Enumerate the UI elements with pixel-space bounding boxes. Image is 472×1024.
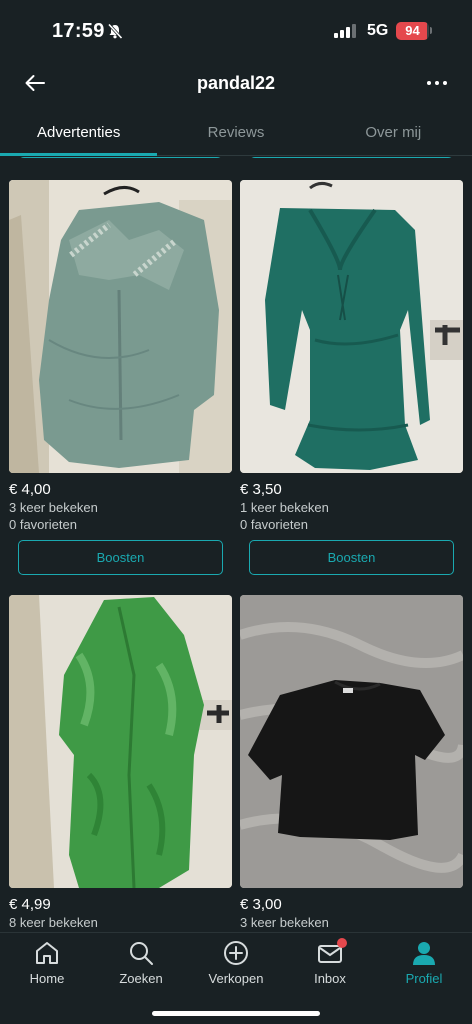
home-icon (33, 939, 61, 967)
listing-card[interactable]: € 4,99 8 keer bekeken (9, 595, 232, 930)
listing-card[interactable]: € 3,50 1 keer bekeken 0 favorieten Boost… (240, 180, 463, 575)
nav-profile-label: Profiel (405, 971, 443, 986)
plus-circle-icon (222, 939, 250, 967)
status-time: 17:59 (52, 20, 105, 42)
nav-inbox-label: Inbox (314, 971, 346, 986)
app-header: pandal22 (0, 60, 472, 106)
profile-tabs: Advertenties Reviews Over mij (0, 110, 472, 156)
home-indicator[interactable] (152, 1011, 320, 1016)
more-dot-icon (435, 81, 439, 85)
nav-sell[interactable]: Verkopen (189, 939, 283, 986)
more-dot-icon (427, 81, 431, 85)
listing-card[interactable]: € 3,00 3 keer bekeken (240, 595, 463, 930)
listing-photo[interactable] (9, 180, 232, 473)
listing-favorites: 0 favorieten (240, 517, 308, 532)
listing-views: 3 keer bekeken (9, 500, 98, 515)
bottom-navigation: Home Zoeken Verkopen Inbox Profiel (0, 932, 472, 1024)
tab-over-mij[interactable]: Over mij (315, 110, 472, 155)
nav-profile[interactable]: Profiel (377, 939, 471, 986)
listing-views: 1 keer bekeken (240, 500, 329, 515)
listing-views: 3 keer bekeken (240, 915, 329, 930)
boost-button[interactable]: Boosten (18, 540, 223, 575)
inbox-notification-badge (337, 938, 347, 948)
search-icon (127, 939, 155, 967)
battery-cap (430, 27, 432, 34)
nav-search[interactable]: Zoeken (94, 939, 188, 986)
listing-price: € 4,99 (9, 896, 51, 913)
network-type: 5G (367, 22, 389, 39)
listing-views: 8 keer bekeken (9, 915, 98, 930)
tab-advertenties[interactable]: Advertenties (0, 110, 158, 156)
listing-favorites: 0 favorieten (9, 517, 77, 532)
listing-price: € 3,00 (240, 896, 282, 913)
tab-reviews[interactable]: Reviews (157, 110, 314, 155)
nav-sell-label: Verkopen (208, 971, 264, 986)
nav-inbox[interactable]: Inbox (283, 938, 377, 986)
listing-photo[interactable] (240, 595, 463, 888)
listing-grid: € 4,00 3 keer bekeken 0 favorieten Boost… (0, 157, 472, 932)
page-title: pandal22 (196, 73, 276, 93)
more-options-button[interactable] (420, 68, 454, 98)
boost-button[interactable]: Boosten (249, 540, 454, 575)
boost-button-partial[interactable] (249, 157, 454, 158)
listing-photo[interactable] (240, 180, 463, 473)
user-icon (410, 939, 438, 967)
mail-icon (316, 938, 347, 967)
battery-icon: 94 (396, 22, 429, 40)
listing-photo[interactable] (9, 595, 232, 888)
listing-card[interactable]: € 4,00 3 keer bekeken 0 favorieten Boost… (9, 180, 232, 575)
status-bar: 17:59 5G 94 (0, 0, 472, 60)
nav-search-label: Zoeken (119, 971, 163, 986)
bell-off-icon (107, 23, 123, 44)
nav-home[interactable]: Home (0, 939, 94, 986)
listing-price: € 4,00 (9, 481, 51, 498)
battery-percentage: 94 (405, 23, 420, 38)
nav-home-label: Home (29, 971, 65, 986)
more-dot-icon (443, 81, 447, 85)
boost-button-partial[interactable] (18, 157, 223, 158)
listing-price: € 3,50 (240, 481, 282, 498)
signal-icon (334, 24, 356, 38)
